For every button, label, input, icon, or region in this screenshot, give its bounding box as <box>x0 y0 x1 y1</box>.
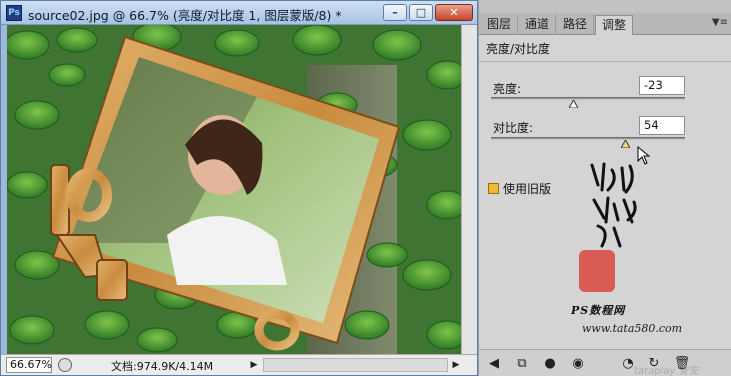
corner-watermark: tataplay 安安 <box>634 366 699 376</box>
document-window: Ps source02.jpg @ 66.7% (亮度/对比度 1, 图层蒙版/… <box>0 0 478 376</box>
visibility-eye-icon[interactable]: ◉ <box>569 355 587 372</box>
panel-menu-icon[interactable]: ▼≡ <box>712 17 728 28</box>
adjustment-title: 亮度/对比度 <box>486 42 551 56</box>
back-arrow-icon[interactable]: ◀ <box>485 355 503 372</box>
divider <box>479 61 731 62</box>
watermark-url: www.tata580.com <box>582 322 683 335</box>
adjustments-panel: 图层 通道 路径 调整 ▼≡ 亮度/对比度 亮度: -23 对比度: 54 使用… <box>478 0 731 376</box>
document-size-info: 文档:974.9K/4.14M <box>111 360 214 373</box>
close-button[interactable]: ✕ <box>435 4 473 21</box>
maximize-icon: □ <box>415 6 427 19</box>
red-seal-stamp <box>579 250 615 292</box>
minimize-icon: – <box>392 6 398 19</box>
brightness-value-field[interactable]: -23 <box>639 76 685 95</box>
status-info-icon[interactable] <box>58 358 72 372</box>
minimize-button[interactable]: – <box>383 4 407 21</box>
tab-adjustments[interactable]: 调整 <box>595 15 634 35</box>
contrast-slider-thumb[interactable] <box>621 140 630 148</box>
photoshop-workspace: Ps source02.jpg @ 66.7% (亮度/对比度 1, 图层蒙版/… <box>0 0 731 376</box>
document-title: source02.jpg @ 66.7% (亮度/对比度 1, 图层蒙版/8) … <box>28 8 342 23</box>
use-legacy-label: 使用旧版 <box>503 182 552 196</box>
close-icon: ✕ <box>449 6 459 19</box>
panel-tabs: 图层 通道 路径 调整 ▼≡ <box>479 13 731 35</box>
calligraphy-watermark <box>590 162 637 248</box>
vertical-scrollbar[interactable] <box>461 25 477 354</box>
contrast-label: 对比度: <box>493 121 534 135</box>
watermark-site-name: PS数程网 <box>571 304 626 317</box>
scroll-right-arrow-icon[interactable]: ▶ <box>449 358 463 372</box>
use-legacy-checkbox[interactable] <box>488 183 499 194</box>
tab-channels[interactable]: 通道 <box>519 15 557 35</box>
expand-view-icon[interactable]: ⧉ <box>513 355 531 372</box>
brightness-slider-track[interactable] <box>491 97 685 100</box>
tab-paths[interactable]: 路径 <box>557 15 595 35</box>
contrast-slider-track[interactable] <box>491 137 685 140</box>
brightness-label: 亮度: <box>493 82 522 96</box>
status-bar: 66.67% 文档:974.9K/4.14M ▶ ▶ <box>1 354 477 375</box>
brightness-slider-thumb[interactable] <box>568 100 578 108</box>
panel-dock-header[interactable] <box>479 0 731 13</box>
clip-to-layer-icon[interactable]: ● <box>541 355 559 372</box>
status-menu-arrow-icon[interactable]: ▶ <box>247 358 261 372</box>
canvas-artwork <box>7 25 461 354</box>
document-titlebar[interactable]: Ps source02.jpg @ 66.7% (亮度/对比度 1, 图层蒙版/… <box>1 1 477 25</box>
zoom-level-field[interactable]: 66.67% <box>6 357 52 373</box>
triangle-thumb-icon <box>568 100 578 108</box>
triangle-thumb-icon <box>621 140 630 148</box>
contrast-value-field[interactable]: 54 <box>639 116 685 135</box>
tab-layers[interactable]: 图层 <box>481 15 519 35</box>
photoshop-icon: Ps <box>6 5 22 21</box>
horizontal-scrollbar[interactable] <box>263 358 448 372</box>
image-canvas[interactable] <box>7 25 461 354</box>
maximize-button[interactable]: □ <box>409 4 433 21</box>
